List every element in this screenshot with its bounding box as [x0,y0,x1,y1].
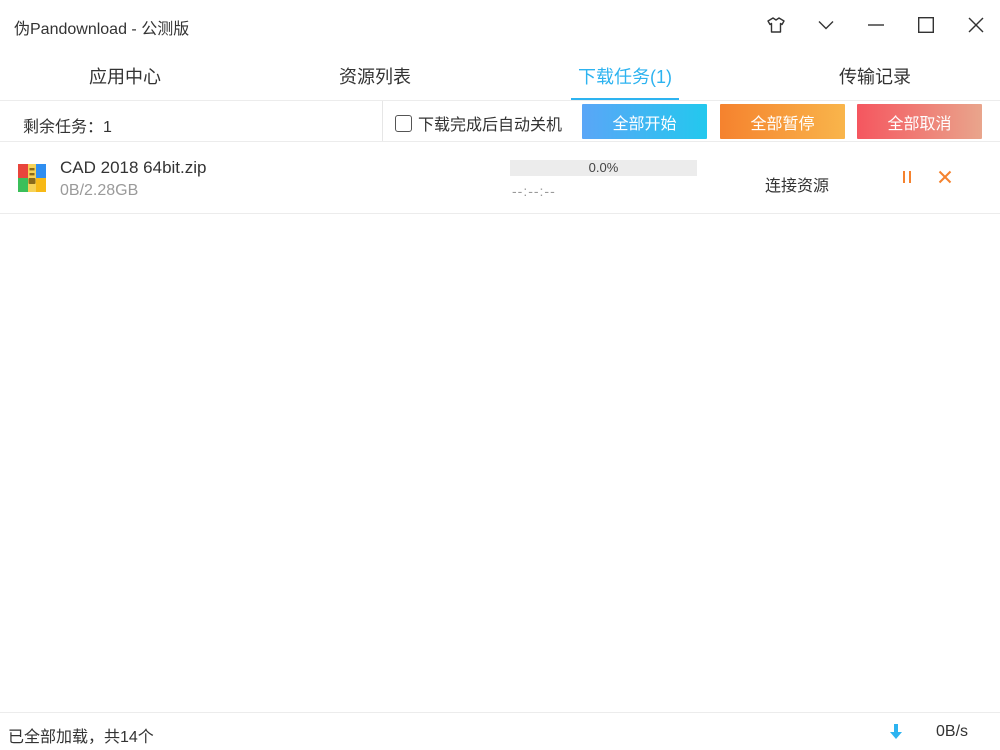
remaining-tasks-label: 剩余任务：1 [23,119,112,136]
start-all-button[interactable]: 全部开始 [582,104,707,139]
progress-bar: 0.0% [510,160,697,176]
auto-shutdown-label: 下载完成后自动关机 [418,117,563,134]
file-size: 0B/2.28GB [60,182,139,199]
auto-shutdown-option[interactable]: 下载完成后自动关机 [395,111,562,135]
file-name: CAD 2018 64bit.zip [60,158,207,177]
chevron-down-icon [818,20,834,30]
minimize-button[interactable] [858,8,894,42]
close-button[interactable] [958,8,994,42]
skin-button[interactable] [758,8,794,42]
remaining-time: --:--:-- [512,183,556,199]
toolbar-separator [382,101,383,141]
pause-icon [902,170,912,188]
auto-shutdown-checkbox[interactable] [395,114,412,132]
dropdown-button[interactable] [808,8,844,42]
archive-file-icon [18,164,46,192]
download-arrow-icon [888,723,904,741]
cancel-all-button[interactable]: 全部取消 [857,104,982,139]
window-title: 伪Pandownload - 公测版 [14,21,190,38]
close-icon [938,170,952,189]
download-speed: 0B/s [936,723,969,740]
loaded-count-text: 已全部加载，共14个 [8,729,154,746]
tab-app-center[interactable]: 应用中心 [0,52,250,100]
main-tabs: 应用中心 资源列表 下载任务(1) 传输记录 [0,52,1000,100]
close-icon [968,17,984,33]
app-window: 伪Pandownload - 公测版 应用中心 资源列表 下载任务(1) 传输记… [0,0,1000,750]
pause-task-button[interactable] [896,168,918,190]
pause-all-button[interactable]: 全部暂停 [720,104,845,139]
minimize-icon [868,23,884,27]
tab-resource-list[interactable]: 资源列表 [250,52,500,100]
download-toolbar: 剩余任务：1 下载完成后自动关机 全部开始 全部暂停 全部取消 [0,101,1000,141]
title-bar: 伪Pandownload - 公测版 [0,0,1000,50]
task-status: 连接资源 [765,178,830,195]
tab-transfer-records[interactable]: 传输记录 [750,52,1000,100]
progress-percent: 0.0% [588,160,619,175]
status-bar: 已全部加载，共14个 0B/s [0,712,1000,750]
cancel-task-button[interactable] [934,168,956,190]
download-task-row[interactable]: CAD 2018 64bit.zip 0B/2.28GB 0.0% --:--:… [0,142,1000,214]
maximize-button[interactable] [908,8,944,42]
tab-download-tasks[interactable]: 下载任务(1) [500,52,750,100]
maximize-icon [918,17,934,33]
skin-icon [767,17,785,33]
